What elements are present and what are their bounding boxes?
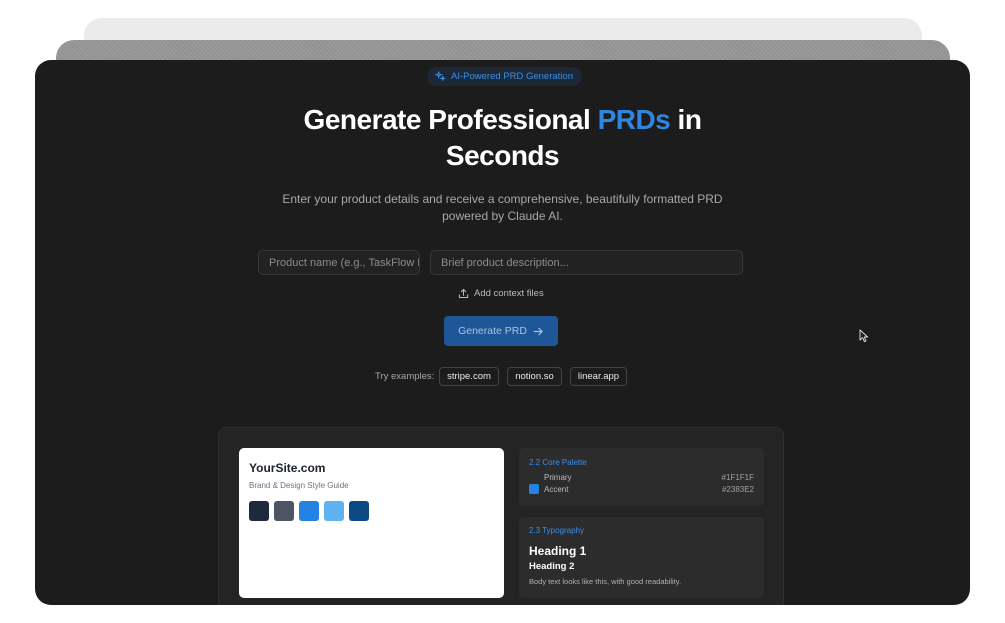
- heading1-sample: Heading 1: [529, 544, 587, 558]
- generate-prd-label: Generate PRD: [458, 325, 527, 337]
- typography-card: 2.3 Typography Heading 1 Heading 2 Body …: [519, 517, 764, 598]
- title-text: Generate Professional: [303, 104, 598, 135]
- add-context-files-label: Add context files: [474, 288, 544, 299]
- color-swatch: [274, 501, 294, 521]
- subtitle-line1: Enter your product details and receive a…: [282, 192, 723, 206]
- product-description-placeholder: Brief product description...: [441, 256, 569, 269]
- upload-icon: [458, 288, 469, 298]
- palette-primary-hex: #1F1F1F: [721, 473, 754, 482]
- sparkles-icon: [435, 71, 446, 82]
- product-name-placeholder: Product name (e.g., TaskFlow P: [269, 256, 420, 269]
- typography-title: 2.3 Typography: [529, 526, 585, 535]
- heading2-sample: Heading 2: [529, 561, 575, 572]
- palette-accent-name: Accent: [544, 485, 569, 494]
- badge-label: AI-Powered PRD Generation: [451, 71, 573, 82]
- ai-badge: AI-Powered PRD Generation: [427, 67, 582, 86]
- site-subtitle: Brand & Design Style Guide: [249, 481, 349, 490]
- subtitle-line2: powered by Claude AI.: [442, 209, 563, 223]
- palette-accent-swatch: [529, 484, 539, 494]
- example-chip-notion[interactable]: notion.so: [507, 367, 562, 386]
- palette-accent-hex: #2383E2: [721, 485, 754, 494]
- title-accent: PRDs: [597, 104, 671, 135]
- title-text-after: in: [670, 104, 702, 135]
- app-window: AI-Powered PRD Generation Generate Profe…: [35, 60, 970, 605]
- example-chip-stripe[interactable]: stripe.com: [439, 367, 499, 386]
- color-swatch: [249, 501, 269, 521]
- brand-guide-card: YourSite.com Brand & Design Style Guide: [239, 448, 504, 598]
- core-palette-card: 2.2 Core Palette Primary #1F1F1F Accent …: [519, 448, 764, 506]
- style-guide-preview: YourSite.com Brand & Design Style Guide …: [218, 427, 784, 605]
- color-swatch: [299, 501, 319, 521]
- product-description-input[interactable]: Brief product description...: [430, 250, 743, 275]
- palette-primary-name: Primary: [544, 473, 572, 482]
- site-title: YourSite.com: [249, 461, 326, 475]
- add-context-files-button[interactable]: Add context files: [458, 288, 544, 299]
- example-chip-linear[interactable]: linear.app: [570, 367, 627, 386]
- core-palette-title: 2.2 Core Palette: [529, 458, 587, 467]
- body-text-sample: Body text looks like this, with good rea…: [529, 577, 682, 586]
- page-title-line2: Seconds: [445, 140, 560, 171]
- color-swatch: [324, 501, 344, 521]
- product-name-input[interactable]: Product name (e.g., TaskFlow P: [258, 250, 420, 275]
- page-title: Generate Professional PRDs in: [35, 104, 970, 136]
- generate-prd-button[interactable]: Generate PRD: [444, 316, 558, 346]
- arrow-right-icon: [533, 327, 543, 335]
- examples-label: Try examples:: [375, 371, 435, 382]
- mouse-cursor-icon: [859, 329, 869, 343]
- color-swatch: [349, 501, 369, 521]
